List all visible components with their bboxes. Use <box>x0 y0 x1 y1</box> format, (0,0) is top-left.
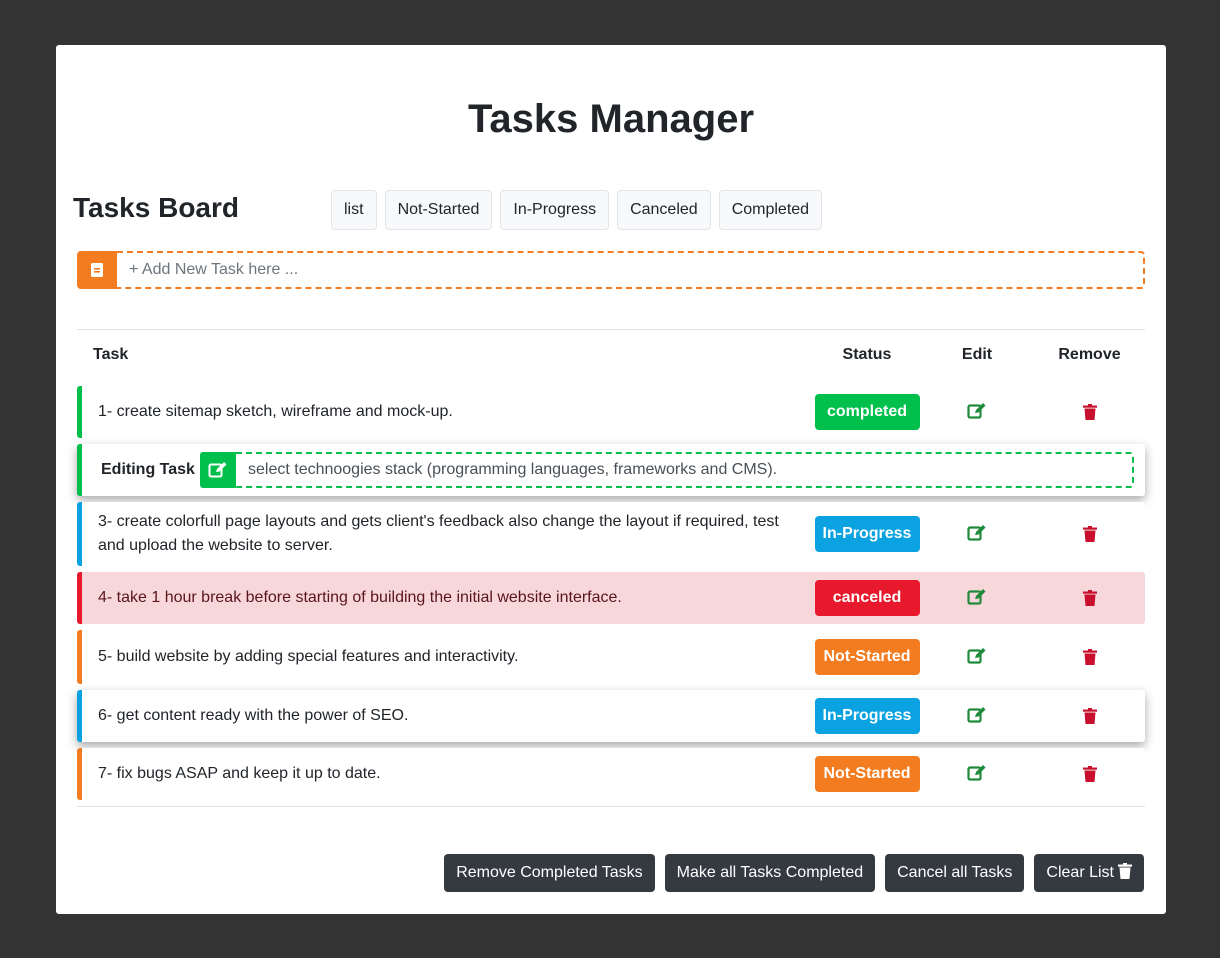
trash-icon[interactable] <box>1078 400 1102 424</box>
filter-list[interactable]: list <box>331 190 377 230</box>
trash-icon[interactable] <box>1078 762 1102 786</box>
task-text: 5- build website by adding special featu… <box>98 648 519 665</box>
status-badge[interactable]: Not-Started <box>814 639 920 675</box>
trash-icon[interactable] <box>1078 645 1102 669</box>
edit-icon[interactable] <box>965 644 989 668</box>
tasks-table: Task Status Edit Remove 1- create sitema… <box>77 329 1145 807</box>
edit-icon[interactable] <box>965 585 989 609</box>
status-badge[interactable]: completed <box>814 394 920 430</box>
bulk-actions: Remove Completed Tasks Make all Tasks Co… <box>444 854 1144 892</box>
remove-completed-button[interactable]: Remove Completed Tasks <box>444 854 655 892</box>
editing-task-row: Editing Task <box>77 444 1145 496</box>
filter-completed[interactable]: Completed <box>718 190 823 230</box>
filter-canceled[interactable]: Canceled <box>617 190 711 230</box>
edit-icon[interactable] <box>965 761 989 785</box>
status-badge[interactable]: Not-Started <box>814 756 920 792</box>
app-title: Tasks Manager <box>467 97 755 141</box>
tasks-manager-card: Tasks Manager Tasks Board list Not-Start… <box>56 45 1166 914</box>
edit-task-input[interactable] <box>236 452 1134 488</box>
header-remove: Remove <box>1058 346 1121 363</box>
add-task-input[interactable] <box>117 251 1145 289</box>
task-text: 1- create sitemap sketch, wireframe and … <box>98 403 453 420</box>
task-text: 6- get content ready with the power of S… <box>98 707 409 724</box>
board-title: Tasks Board <box>73 192 239 223</box>
filter-in-progress[interactable]: In-Progress <box>500 190 610 230</box>
filter-tabs: list Not-Started In-Progress Canceled Co… <box>331 190 823 230</box>
table-row: 1- create sitemap sketch, wireframe and … <box>77 386 1145 438</box>
trash-icon[interactable] <box>1078 522 1102 546</box>
cancel-all-button[interactable]: Cancel all Tasks <box>885 854 1025 892</box>
trash-icon <box>1118 862 1132 884</box>
trash-icon[interactable] <box>1078 586 1102 610</box>
task-text: 7- fix bugs ASAP and keep it up to date. <box>98 765 381 782</box>
complete-all-button[interactable]: Make all Tasks Completed <box>664 854 876 892</box>
header-task: Task <box>93 346 129 363</box>
edit-icon[interactable] <box>965 521 989 545</box>
filter-not-started[interactable]: Not-Started <box>384 190 493 230</box>
trash-icon[interactable] <box>1078 704 1102 728</box>
table-row: 4- take 1 hour break before starting of … <box>77 572 1145 624</box>
clear-list-button[interactable]: Clear List <box>1034 854 1144 892</box>
table-row: 3- create colorfull page layouts and get… <box>77 502 1145 566</box>
table-divider <box>77 806 1145 807</box>
add-task-row <box>77 251 1145 289</box>
task-text: 3- create colorfull page layouts and get… <box>98 513 779 554</box>
status-badge[interactable]: canceled <box>814 580 920 616</box>
clipboard-icon <box>77 251 117 289</box>
status-badge[interactable]: In-Progress <box>814 698 920 734</box>
header-edit: Edit <box>961 346 993 363</box>
table-row: 7- fix bugs ASAP and keep it up to date.… <box>77 748 1145 800</box>
table-row: 5- build website by adding special featu… <box>77 630 1145 684</box>
edit-icon[interactable] <box>965 399 989 423</box>
edit-icon[interactable] <box>965 703 989 727</box>
header-status: Status <box>842 346 892 363</box>
table-row: 6- get content ready with the power of S… <box>77 690 1145 742</box>
table-header: Task Status Edit Remove <box>77 330 1145 380</box>
editing-task-label: Editing Task <box>101 461 195 478</box>
status-badge[interactable]: In-Progress <box>814 516 920 552</box>
task-text: 4- take 1 hour break before starting of … <box>98 589 622 606</box>
edit-icon <box>200 452 236 488</box>
